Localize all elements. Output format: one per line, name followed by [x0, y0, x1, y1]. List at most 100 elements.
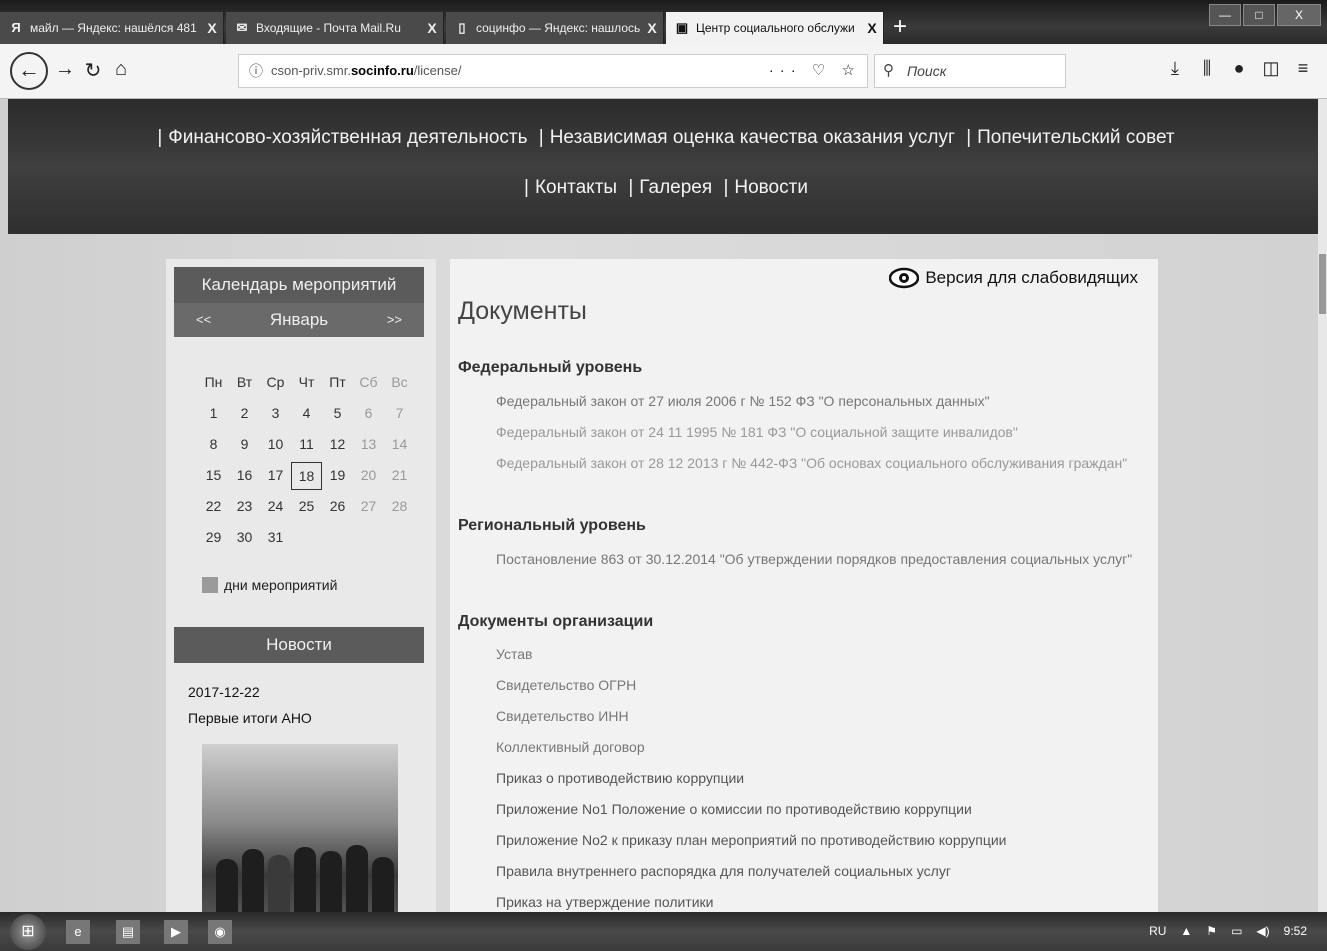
doc-link[interactable]: Приказ на утверждение политики — [496, 894, 714, 910]
close-tab-icon[interactable]: X — [861, 20, 883, 36]
calendar-day[interactable]: 1 — [198, 400, 229, 431]
ie-icon[interactable]: e — [66, 920, 90, 944]
calendar-day[interactable]: 20 — [353, 462, 384, 493]
news-headline[interactable]: Первые итоги АНО — [188, 710, 312, 726]
calendar-day[interactable]: 5 — [322, 400, 353, 431]
tab-mail-inbox[interactable]: ✉ Входящие - Почта Mail.Ru X — [226, 12, 444, 44]
calendar-day[interactable]: 7 — [384, 400, 415, 431]
calendar-day[interactable]: 26 — [322, 493, 353, 524]
flag-icon[interactable]: ⚑ — [1206, 924, 1217, 938]
page-actions-icon[interactable]: ··· ♡ ☆ — [769, 55, 861, 87]
calendar-day[interactable]: 12 — [322, 431, 353, 462]
language-indicator[interactable]: RU — [1149, 924, 1166, 938]
search-input[interactable]: ⚲ Поиск — [874, 54, 1066, 88]
calendar-day[interactable]: 21 — [384, 462, 415, 493]
calendar-day[interactable]: 29 — [198, 524, 229, 555]
next-month-button[interactable]: >> — [387, 303, 402, 337]
calendar-day[interactable]: 11 — [291, 431, 322, 462]
news-title[interactable]: Новости — [174, 627, 424, 663]
calendar-day[interactable]: 6 — [353, 400, 384, 431]
page-scrollbar[interactable] — [1318, 99, 1327, 912]
calendar-day[interactable]: 14 — [384, 431, 415, 462]
menu-quality-assessment[interactable]: Независимая оценка качества оказания усл… — [550, 127, 955, 148]
calendar-day[interactable]: 19 — [322, 462, 353, 493]
new-tab-button[interactable]: + — [886, 12, 914, 42]
close-tab-icon[interactable]: X — [201, 20, 223, 36]
news-photo[interactable] — [202, 744, 398, 919]
extension-icon[interactable]: ● — [1223, 58, 1255, 79]
menu-financial-activity[interactable]: Финансово-хозяйственная деятельность — [168, 127, 527, 148]
calendar-empty-cell — [322, 524, 353, 555]
info-icon[interactable]: ⓘ — [249, 55, 263, 87]
calendar-day[interactable]: 9 — [229, 431, 260, 462]
doc-link[interactable]: Приложение No2 к приказу план мероприяти… — [496, 832, 1007, 848]
clock[interactable]: 9:52 — [1284, 924, 1307, 938]
calendar-day[interactable]: 3 — [260, 400, 291, 431]
home-icon[interactable]: ⌂ — [108, 58, 134, 81]
doc-link[interactable]: Приложение No1 Положение о комиссии по п… — [496, 801, 972, 817]
calendar-day[interactable]: 17 — [260, 462, 291, 493]
weekday-label: Пт — [329, 374, 346, 390]
doc-link[interactable]: Федеральный закон от 27 июля 2006 г № 15… — [496, 393, 990, 409]
calendar-day[interactable]: 25 — [291, 493, 322, 524]
volume-icon[interactable]: ◀) — [1256, 924, 1269, 938]
calendar-day[interactable]: 28 — [384, 493, 415, 524]
sidebar-icon[interactable]: ◫ — [1255, 58, 1287, 79]
download-icon[interactable]: ⤓ — [1159, 58, 1191, 79]
weekday-label: Вс — [391, 374, 408, 390]
calendar-day[interactable]: 2 — [229, 400, 260, 431]
doc-link[interactable]: Постановление 863 от 30.12.2014 "Об утве… — [496, 551, 1132, 567]
doc-link[interactable]: Федеральный закон от 28 12 2013 г № 442-… — [496, 455, 1127, 471]
menu-icon[interactable]: ≡ — [1287, 58, 1319, 79]
maximize-button[interactable]: □ — [1243, 4, 1275, 26]
explorer-icon[interactable]: ▤ — [116, 920, 140, 944]
main-menu-row-1: | Финансово-хозяйственная деятельность | Н… — [157, 127, 1175, 148]
doc-link[interactable]: Коллективный договор — [496, 739, 645, 755]
calendar-day[interactable]: 4 — [291, 400, 322, 431]
doc-link[interactable]: Приказ о противодействию коррупции — [496, 770, 744, 786]
calendar-day[interactable]: 23 — [229, 493, 260, 524]
tab-title: социнфо — Яндекс: нашлось — [476, 21, 641, 35]
reload-icon[interactable]: ↻ — [80, 58, 106, 83]
low-vision-link[interactable]: Версия для слабовидящих — [889, 267, 1138, 289]
close-window-button[interactable]: X — [1277, 4, 1321, 26]
doc-link[interactable]: Свидетельство ОГРН — [496, 677, 636, 693]
menu-gallery[interactable]: Галерея — [639, 177, 712, 198]
minimize-button[interactable]: — — [1209, 4, 1241, 26]
doc-link[interactable]: Федеральный закон от 24 11 1995 № 181 ФЗ… — [496, 424, 1018, 440]
close-tab-icon[interactable]: X — [421, 20, 443, 36]
library-icon[interactable]: ⫼ — [1191, 58, 1223, 79]
start-button[interactable]: ⊞ — [10, 914, 46, 950]
calendar-day[interactable]: 18 — [291, 462, 322, 490]
tray-expand-icon[interactable]: ▲ — [1180, 924, 1192, 938]
scrollbar-thumb[interactable] — [1319, 254, 1326, 314]
forward-arrow-icon[interactable]: → — [52, 58, 78, 81]
menu-board-of-trustees[interactable]: Попечительский совет — [977, 127, 1175, 148]
back-arrow-icon[interactable]: ← — [10, 52, 48, 90]
calendar-day[interactable]: 31 — [260, 524, 291, 555]
network-icon[interactable]: ▭ — [1231, 924, 1242, 938]
doc-link[interactable]: Правила внутреннего распорядка для получ… — [496, 863, 951, 879]
browser-taskbar-icon[interactable]: ◉ — [208, 920, 232, 944]
address-bar[interactable]: ⓘ cson-priv.smr.socinfo.ru/license/ ··· … — [238, 54, 868, 88]
doc-link[interactable]: Устав — [496, 646, 532, 662]
calendar-day[interactable]: 16 — [229, 462, 260, 493]
calendar-day[interactable]: 24 — [260, 493, 291, 524]
tab-yandex-mail-search[interactable]: Я майл — Яндекс: нашёлся 481 X — [0, 12, 224, 44]
calendar-day[interactable]: 8 — [198, 431, 229, 462]
tab-socinfo-search[interactable]: ▯ социнфо — Яндекс: нашлось X — [446, 12, 664, 44]
media-player-icon[interactable]: ▶ — [164, 920, 188, 944]
calendar-day[interactable]: 30 — [229, 524, 260, 555]
calendar-day[interactable]: 27 — [353, 493, 384, 524]
calendar-row: 22 23 24 25 26 27 28 — [198, 493, 415, 524]
calendar-day[interactable]: 13 — [353, 431, 384, 462]
calendar-day[interactable]: 15 — [198, 462, 229, 493]
doc-link[interactable]: Свидетельство ИНН — [496, 708, 629, 724]
page-title: Документы — [458, 297, 587, 325]
menu-contacts[interactable]: Контакты — [535, 177, 617, 198]
calendar-day[interactable]: 10 — [260, 431, 291, 462]
tab-social-center[interactable]: ▣ Центр социального обслужи X — [666, 12, 884, 44]
menu-news[interactable]: Новости — [734, 177, 808, 198]
calendar-day[interactable]: 22 — [198, 493, 229, 524]
close-tab-icon[interactable]: X — [641, 20, 663, 36]
